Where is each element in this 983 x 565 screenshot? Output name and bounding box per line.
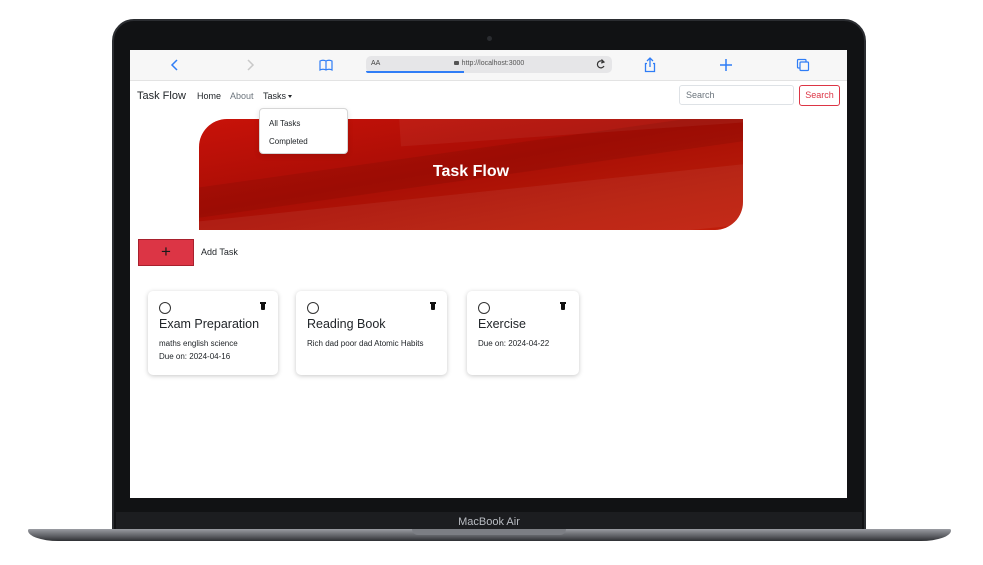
complete-checkbox[interactable] bbox=[478, 302, 490, 314]
search-input[interactable] bbox=[679, 85, 794, 105]
caret-down-icon bbox=[288, 95, 293, 99]
laptop-notch bbox=[412, 529, 566, 535]
screen: AA http://localhost:3000 Task Flow Home … bbox=[130, 50, 847, 498]
task-description: maths english science bbox=[159, 339, 238, 348]
device-label: MacBook Air bbox=[458, 516, 520, 528]
share-icon[interactable] bbox=[641, 56, 659, 74]
nav-tasks-dropdown[interactable]: Tasks bbox=[263, 91, 293, 101]
forward-icon[interactable] bbox=[241, 56, 259, 74]
delete-icon[interactable] bbox=[430, 302, 436, 310]
task-title: Exam Preparation bbox=[159, 317, 260, 331]
complete-checkbox[interactable] bbox=[307, 302, 319, 314]
add-task-label: Add Task bbox=[201, 247, 238, 257]
add-task-button[interactable]: + bbox=[138, 239, 194, 266]
nav-tasks-label: Tasks bbox=[263, 91, 287, 101]
task-card: Exam Preparation maths english science D… bbox=[148, 291, 278, 375]
task-card: Reading Book Rich dad poor dad Atomic Ha… bbox=[296, 291, 447, 375]
nav-home[interactable]: Home bbox=[197, 91, 221, 101]
task-title: Reading Book bbox=[307, 317, 386, 331]
back-icon[interactable] bbox=[166, 56, 184, 74]
browser-toolbar: AA http://localhost:3000 bbox=[130, 50, 847, 81]
hero-title: Task Flow bbox=[432, 163, 510, 180]
url-text: http://localhost:3000 bbox=[461, 60, 525, 67]
task-title: Exercise bbox=[478, 317, 526, 331]
delete-icon[interactable] bbox=[560, 302, 566, 310]
bookmarks-icon[interactable] bbox=[317, 56, 335, 74]
reload-icon[interactable] bbox=[595, 57, 606, 74]
load-progress-bar bbox=[366, 71, 465, 73]
tasks-dropdown-menu: All Tasks Completed bbox=[259, 108, 348, 154]
new-tab-icon[interactable] bbox=[717, 56, 735, 74]
tabs-icon[interactable] bbox=[794, 56, 812, 74]
task-description: Rich dad poor dad Atomic Habits bbox=[307, 339, 424, 348]
navbar-brand[interactable]: Task Flow bbox=[137, 90, 186, 102]
search-button[interactable]: Search bbox=[799, 85, 840, 106]
lock-icon bbox=[453, 61, 459, 65]
task-card: Exercise Due on: 2024-04-22 bbox=[467, 291, 579, 375]
address-bar[interactable]: AA http://localhost:3000 bbox=[366, 56, 612, 73]
camera-icon bbox=[487, 36, 492, 41]
delete-icon[interactable] bbox=[260, 302, 266, 310]
task-due-date: Due on: 2024-04-22 bbox=[478, 339, 550, 348]
dropdown-item-all-tasks[interactable]: All Tasks bbox=[269, 119, 300, 128]
complete-checkbox[interactable] bbox=[159, 302, 171, 314]
task-due-date: Due on: 2024-04-16 bbox=[159, 352, 231, 361]
nav-about[interactable]: About bbox=[230, 91, 254, 101]
dropdown-item-completed[interactable]: Completed bbox=[269, 137, 308, 146]
